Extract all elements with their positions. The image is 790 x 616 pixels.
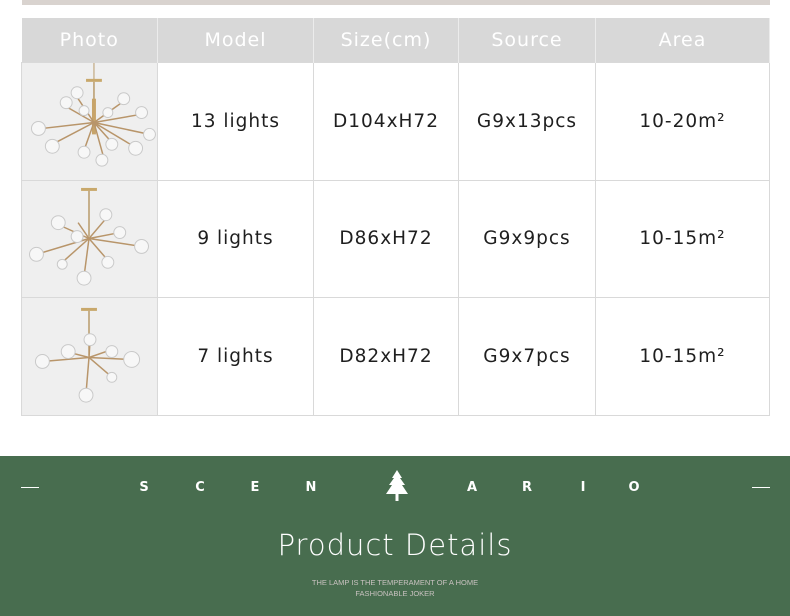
photo-cell (21, 296, 158, 416)
header-area: Area (595, 18, 770, 62)
left-dash (21, 487, 39, 488)
model-cell: 13 lights (157, 61, 314, 181)
area-cell: 10-15m² (595, 296, 770, 416)
tagline: THE LAMP IS THE TEMPERAMENT OF A HOME (311, 578, 479, 587)
chandelier-icon (22, 297, 157, 415)
scenario-banner: S C E N A R I O Product Details THE LAMP… (0, 456, 790, 616)
model-cell: 9 lights (157, 179, 314, 298)
header-photo: Photo (21, 18, 158, 62)
table-row: 9 lights D86xH72 G9x9pcs 10-15m² (21, 179, 770, 298)
scenario-letter: I (580, 480, 586, 495)
table-row: 7 lights D82xH72 G9x7pcs 10-15m² (21, 296, 770, 416)
tagline: FASHIONABLE JOKER (355, 589, 435, 598)
scenario-letter: N (305, 480, 317, 495)
size-cell: D86xH72 (313, 179, 459, 298)
header-source: Source (458, 18, 596, 62)
scenario-letter: E (250, 480, 260, 495)
area-cell: 10-20m² (595, 61, 770, 181)
scenario-letter: R (521, 480, 532, 495)
chandelier-icon (22, 62, 157, 180)
header-size: Size(cm) (313, 18, 459, 62)
scenario-letter: S (139, 480, 149, 495)
scenario-letter: O (628, 480, 640, 495)
size-cell: D82xH72 (313, 296, 459, 416)
pine-tree-icon (386, 470, 408, 501)
table-header-row: Photo Model Size(cm) Source Area (21, 18, 770, 62)
model-cell: 7 lights (157, 296, 314, 416)
source-cell: G9x7pcs (458, 296, 596, 416)
source-cell: G9x13pcs (458, 61, 596, 181)
area-cell: 10-15m² (595, 179, 770, 298)
source-cell: G9x9pcs (458, 179, 596, 298)
spec-table: Photo Model Size(cm) Source Area 13 ligh… (21, 18, 770, 416)
table-row: 13 lights D104xH72 G9x13pcs 10-20m² (21, 61, 770, 181)
scenario-letter: C (195, 480, 205, 495)
size-cell: D104xH72 (313, 61, 459, 181)
photo-cell (21, 61, 158, 181)
photo-cell (21, 179, 158, 298)
scenario-letter: A (466, 480, 478, 495)
chandelier-icon (22, 180, 157, 297)
right-dash (752, 487, 770, 488)
header-model: Model (157, 18, 314, 62)
product-details-title: Product Details (277, 528, 513, 562)
top-divider (22, 0, 770, 5)
